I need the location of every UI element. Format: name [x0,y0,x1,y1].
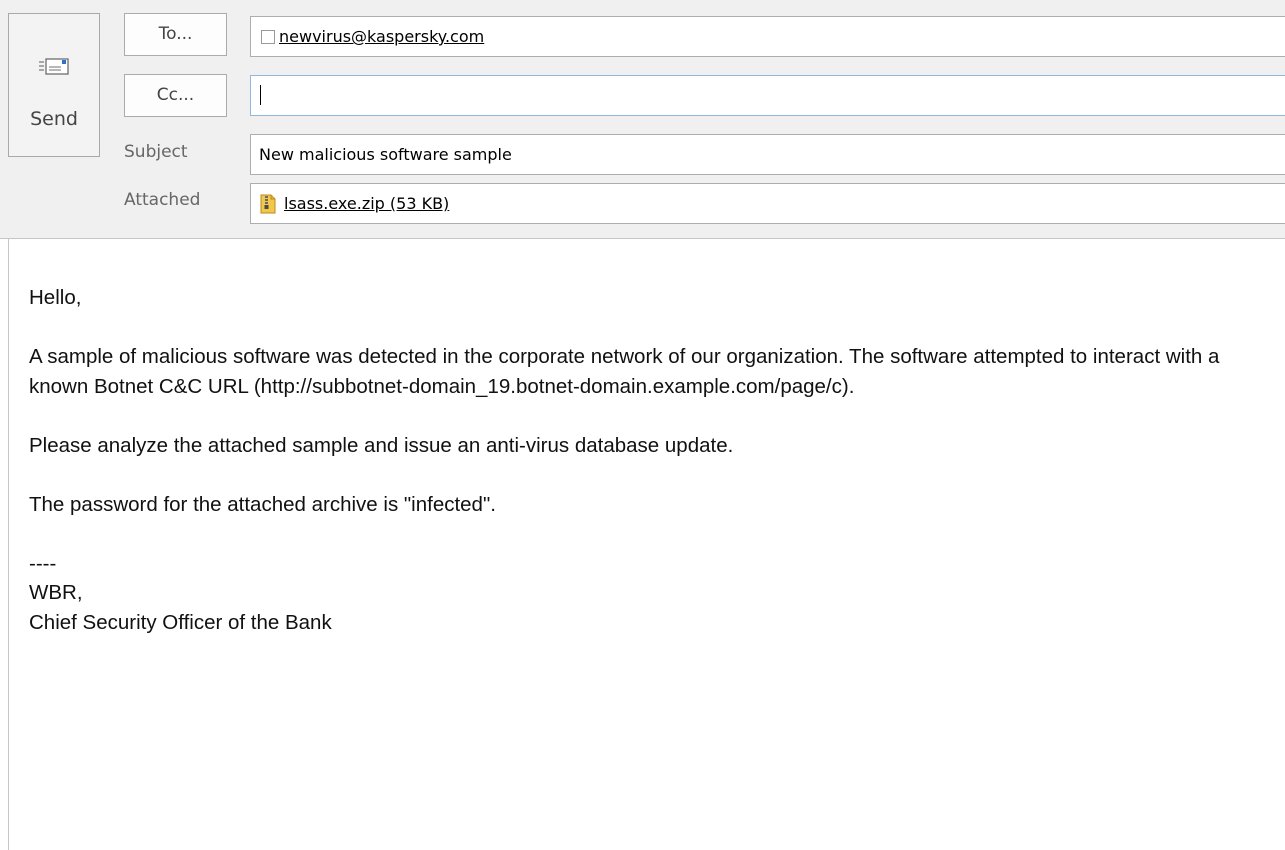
compose-header: Send To... Cc... Subject Attached newvir… [0,0,1285,239]
body-paragraph-2: Please analyze the attached sample and i… [29,433,734,457]
message-body[interactable]: Hello, A sample of malicious software wa… [8,239,1285,850]
attached-field[interactable]: lsass.exe.zip (53 KB) [250,183,1285,224]
attachment-name[interactable]: lsass.exe.zip (53 KB) [284,193,449,215]
body-paragraph-3: The password for the attached archive is… [29,492,496,516]
to-field[interactable]: newvirus@kaspersky.com [250,16,1285,57]
send-label: Send [30,108,78,130]
text-caret [260,85,261,105]
cc-button[interactable]: Cc... [124,74,227,117]
attached-label: Attached [124,190,201,210]
body-paragraph-1: A sample of malicious software was detec… [29,345,1220,398]
signature-separator: ---- [29,551,57,575]
recipient-token[interactable]: newvirus@kaspersky.com [261,27,484,47]
signature-title: Chief Security Officer of the Bank [29,610,332,634]
sign-off: WBR, [29,581,83,604]
message-text: Hello, A sample of malicious software wa… [29,283,1244,637]
recipient-address[interactable]: newvirus@kaspersky.com [279,27,484,47]
subject-field[interactable]: New malicious software sample [250,134,1285,175]
send-button[interactable]: Send [8,13,100,157]
email-compose-window: Send To... Cc... Subject Attached newvir… [0,0,1285,850]
subject-value: New malicious software sample [259,145,512,164]
to-button[interactable]: To... [124,13,227,56]
cc-field[interactable] [250,75,1285,116]
zip-archive-icon [260,194,276,214]
recipient-checkbox [261,30,275,44]
subject-label: Subject [124,142,188,162]
greeting: Hello, [29,286,82,309]
send-icon [39,58,69,75]
attachment-item[interactable]: lsass.exe.zip (53 KB) [259,193,449,215]
